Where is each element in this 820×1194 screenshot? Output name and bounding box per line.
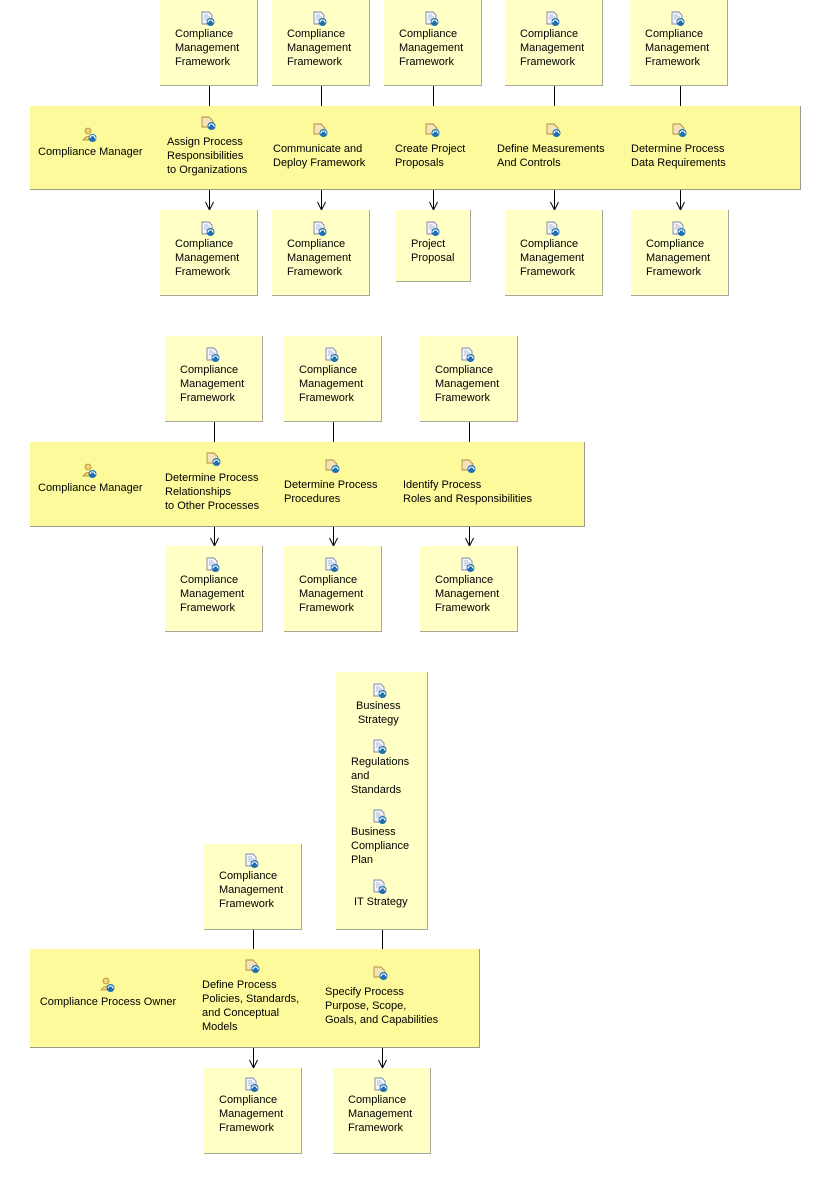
document-icon xyxy=(200,221,216,237)
document-item: Compliance Management Framework xyxy=(399,11,463,69)
document-icon xyxy=(324,347,340,363)
task-icon xyxy=(461,458,477,474)
task-icon xyxy=(325,458,341,474)
document-item: Compliance Management Framework xyxy=(287,11,351,69)
task-icon xyxy=(672,122,688,138)
document-icon xyxy=(312,11,328,27)
role-compliance-manager-1[interactable]: Compliance Manager xyxy=(38,127,143,159)
task-icon xyxy=(206,451,222,467)
role-label: Compliance Manager xyxy=(38,482,143,494)
document-item: Compliance Management Framework xyxy=(299,557,363,615)
task-communicate-and-deploy-framework[interactable]: Communicate and Deploy Framework xyxy=(273,123,365,170)
task-icon xyxy=(313,122,329,138)
document-icon xyxy=(425,221,441,237)
task-determine-process-relationships[interactable]: Determine Process Relationships to Other… xyxy=(165,452,259,513)
document-icon xyxy=(200,11,216,27)
document-icon xyxy=(372,683,388,699)
document-icon xyxy=(324,557,340,573)
task-specify-process-purpose[interactable]: Specify Process Purpose, Scope, Goals, a… xyxy=(325,966,438,1027)
document-icon xyxy=(244,1077,260,1093)
task-identify-process-roles[interactable]: Identify Process Roles and Responsibilit… xyxy=(403,459,532,506)
document-icon xyxy=(424,11,440,27)
document-icon xyxy=(244,853,260,869)
document-item: Compliance Management Framework xyxy=(646,221,710,279)
document-item: Compliance Management Framework xyxy=(520,11,584,69)
document-icon xyxy=(545,221,561,237)
document-item-regulations-and-standards: Regulations and Standards xyxy=(351,739,409,797)
document-icon xyxy=(460,347,476,363)
role-label: Compliance Process Owner xyxy=(39,996,177,1008)
task-icon xyxy=(546,122,562,138)
document-item: Compliance Management Framework xyxy=(175,11,239,69)
task-define-measurements-and-controls[interactable]: Define Measurements And Controls xyxy=(497,123,605,170)
task-define-process-policies[interactable]: Define Process Policies, Standards, and … xyxy=(202,959,299,1034)
document-icon xyxy=(372,809,388,825)
document-item: Compliance Management Framework xyxy=(520,221,584,279)
task-icon xyxy=(201,115,217,131)
document-icon xyxy=(312,221,328,237)
document-icon xyxy=(460,557,476,573)
role-icon xyxy=(82,463,98,479)
document-item: Compliance Management Framework xyxy=(435,347,499,405)
document-item: Compliance Management Framework xyxy=(219,1077,283,1135)
document-item: Compliance Management Framework xyxy=(645,11,709,69)
role-label: Compliance Manager xyxy=(38,146,143,158)
task-icon xyxy=(425,122,441,138)
task-assign-process-responsibilities[interactable]: Assign Process Responsibilities to Organ… xyxy=(167,116,247,177)
task-determine-process-procedures[interactable]: Determine Process Procedures xyxy=(284,459,378,506)
document-icon xyxy=(372,879,388,895)
document-icon xyxy=(671,221,687,237)
role-icon xyxy=(82,127,98,143)
document-icon xyxy=(205,557,221,573)
task-icon xyxy=(245,958,261,974)
document-icon xyxy=(373,1077,389,1093)
document-item: Compliance Management Framework xyxy=(435,557,499,615)
task-determine-process-data-requirements[interactable]: Determine Process Data Requirements xyxy=(631,123,726,170)
document-item: Compliance Management Framework xyxy=(180,557,244,615)
document-icon xyxy=(670,11,686,27)
document-item-business-compliance-plan: Business Compliance Plan xyxy=(351,809,409,867)
document-item: Compliance Management Framework xyxy=(175,221,239,279)
document-item: Compliance Management Framework xyxy=(180,347,244,405)
document-icon xyxy=(545,11,561,27)
document-item: Project Proposal xyxy=(411,221,454,265)
document-item-business-strategy: Business Strategy xyxy=(356,683,401,727)
role-compliance-process-owner[interactable]: Compliance Process Owner xyxy=(38,977,178,1009)
document-icon xyxy=(372,739,388,755)
document-icon xyxy=(205,347,221,363)
role-compliance-manager-2[interactable]: Compliance Manager xyxy=(38,463,143,495)
document-item: Compliance Management Framework xyxy=(219,853,283,911)
task-icon xyxy=(373,965,389,981)
document-item: Compliance Management Framework xyxy=(287,221,351,279)
role-icon xyxy=(100,977,116,993)
document-item: Compliance Management Framework xyxy=(299,347,363,405)
task-create-project-proposals[interactable]: Create Project Proposals xyxy=(395,123,465,170)
document-item: Compliance Management Framework xyxy=(348,1077,412,1135)
document-item-it-strategy: IT Strategy xyxy=(354,879,408,909)
